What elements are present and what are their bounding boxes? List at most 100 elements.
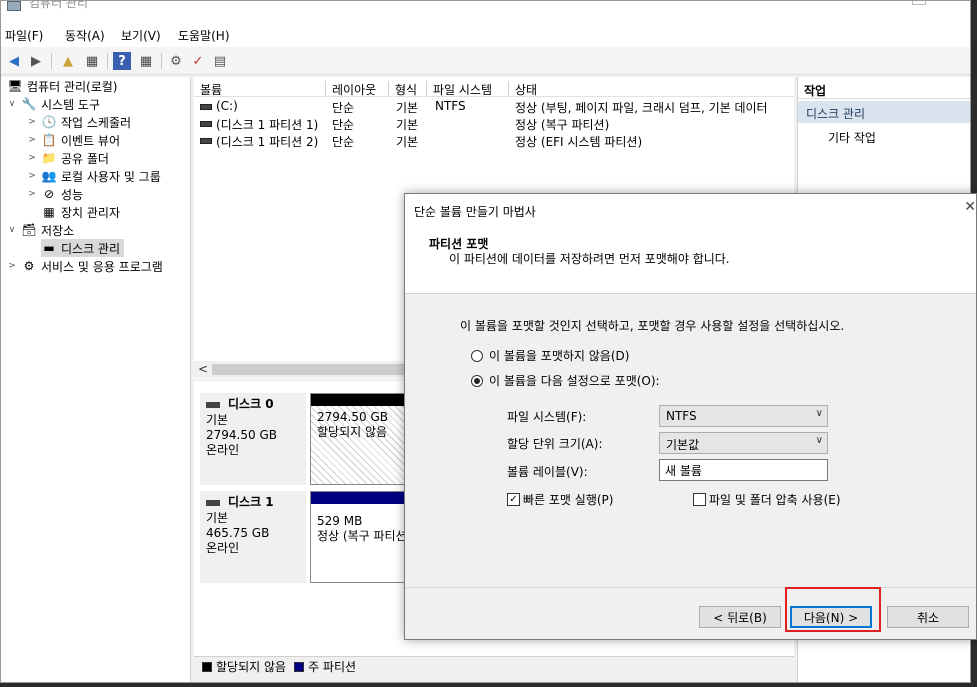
tree-label: 성능 [61,187,84,202]
check-icon[interactable]: ✓ [189,52,207,70]
tree-item-root[interactable]: 🖥 컴퓨터 관리(로컬) [7,77,117,95]
instruction-text: 이 볼륨을 포맷할 것인지 선택하고, 포맷할 경우 사용할 설정을 선택하십시… [460,319,845,333]
checkmark-icon[interactable]: ✓ [507,493,520,506]
menu-action[interactable]: 동작(A) [65,27,105,44]
column-header-status[interactable]: 상태 [509,81,794,97]
tree-label: 저장소 [41,223,75,238]
disk-name: 디스크 0 [228,397,274,411]
table-row[interactable]: (디스크 1 파티션 1) 단순 기본 정상 (복구 파티션) [194,116,794,133]
column-header-filesystem[interactable]: 파일 시스템 [427,81,509,97]
column-header-layout[interactable]: 레이아웃 [326,81,389,97]
new-simple-volume-wizard: 단순 볼륨 만들기 마법사 ✕ 파티션 포맷 이 파티션에 데이터를 저장하려면… [404,193,977,640]
chevron-right-icon[interactable]: > [27,171,37,181]
tree-item-services[interactable]: > ⚙ 서비스 및 응용 프로그램 [7,257,163,275]
app-icon [7,1,21,11]
dialog-body: 이 볼륨을 포맷할 것인지 선택하고, 포맷할 경우 사용할 설정을 선택하십시… [405,295,976,587]
toolbar: ◀ ▶ ▲ ▦ ? ▦ ⚙ ✓ ▤ [1,47,970,75]
chevron-right-icon[interactable]: > [27,189,37,199]
tree-item-device-manager[interactable]: ▦ 장치 관리자 [41,203,120,221]
tree-label: 작업 스케줄러 [61,115,132,130]
chevron-right-icon[interactable]: > [27,117,37,127]
cancel-button[interactable]: 취소 [887,606,969,628]
volume-label-input[interactable] [659,459,828,481]
compression-checkbox[interactable]: 파일 및 폴더 압축 사용(E) [693,491,841,508]
dialog-header: 파티션 포맷 이 파티션에 데이터를 저장하려면 먼저 포맷해야 합니다. [405,226,976,294]
cell-type: 기본 [396,118,419,132]
checkbox-box[interactable] [693,493,706,506]
up-folder-icon[interactable]: ▲ [59,52,77,70]
table-row[interactable]: (C:) 단순 기본 NTFS 정상 (부팅, 페이지 파일, 크래시 덤프, … [194,99,794,116]
dialog-title: 단순 볼륨 만들기 마법사 [414,205,536,219]
column-header-type[interactable]: 형식 [389,81,427,97]
more-actions-link[interactable]: 기타 작업 [828,129,876,146]
partition-recovery[interactable]: 529 MB 정상 (복구 파티션 [310,491,410,583]
cell-type: 기본 [396,101,419,115]
page-subtitle: 이 파티션에 데이터를 저장하려면 먼저 포맷해야 합니다. [449,252,730,266]
storage-icon: 🗃 [21,223,37,237]
properties-icon[interactable]: ▤ [211,52,229,70]
checkbox-label: 빠른 포맷 실행(P) [523,493,614,507]
actions-header: 작업 [798,79,970,99]
tree-item-disk-management[interactable]: ▬ 디스크 관리 [41,239,125,257]
radio-circle-selected[interactable] [471,374,483,387]
cell-layout: 단순 [332,118,355,132]
chevron-down-icon: ∨ [815,408,823,419]
highlight-box [785,587,881,632]
show-tree-icon[interactable]: ▦ [83,52,101,70]
chevron-down-icon[interactable]: ∨ [7,99,17,109]
tree-label: 서비스 및 응용 프로그램 [41,259,163,274]
partition-bar [311,492,409,504]
filesystem-select[interactable]: NTFS ∨ [659,405,828,427]
disk-size: 2794.50 GB [206,428,277,442]
partition-bar [311,394,409,406]
back-button[interactable]: < 뒤로(B) [699,606,781,628]
scrollbar-thumb[interactable] [212,364,412,375]
close-icon[interactable]: ✕ [964,199,976,215]
drive-icon [200,104,212,110]
partition-unallocated[interactable]: 2794.50 GB 할당되지 않음 [310,393,410,485]
actions-section-disk-management[interactable]: 디스크 관리 [798,101,970,123]
legend: 할당되지 않음 주 파티션 [194,656,794,676]
shared-folder-icon: 📁 [41,151,57,165]
partition-size: 2794.50 GB [317,410,388,424]
tree-item-task-scheduler[interactable]: > 🕓 작업 스케줄러 [27,113,131,131]
tree-item-system-tools[interactable]: ∨ 🔧 시스템 도구 [7,95,100,113]
tree-label: 디스크 관리 [61,241,121,256]
radio-format[interactable]: 이 볼륨을 다음 설정으로 포맷(O): [471,372,660,389]
disk-icon [206,401,220,408]
legend-primary: 주 파티션 [308,660,357,674]
tree-item-shared-folders[interactable]: > 📁 공유 폴더 [27,149,109,167]
table-row[interactable]: (디스크 1 파티션 2) 단순 기본 정상 (EFI 시스템 파티션) [194,133,794,150]
tree-item-local-users[interactable]: > 👥 로컬 사용자 및 그룹 [27,167,161,185]
connect-icon[interactable]: ⚙ [167,52,185,70]
disk-kind: 기본 [206,413,229,427]
radio-circle[interactable] [471,349,483,362]
tree-item-performance[interactable]: > ⊘ 성능 [27,185,83,203]
disk-label[interactable]: 디스크 0 기본 2794.50 GB 온라인 [200,393,306,485]
help-icon[interactable]: ? [113,52,131,70]
menu-file[interactable]: 파일(F) [5,27,43,44]
quick-format-checkbox[interactable]: ✓ 빠른 포맷 실행(P) [507,491,613,508]
disk-state: 온라인 [206,443,240,457]
tree-item-storage[interactable]: ∨ 🗃 저장소 [7,221,74,239]
column-header-volume[interactable]: 볼륨 [194,81,326,97]
chevron-right-icon[interactable]: > [7,261,17,271]
menu-view[interactable]: 보기(V) [121,27,161,44]
action-pane-icon[interactable]: ▦ [137,52,155,70]
disk-icon [206,499,220,506]
radio-no-format[interactable]: 이 볼륨을 포맷하지 않음(D) [471,347,629,364]
allocation-unit-select[interactable]: 기본값 ∨ [659,432,828,454]
chevron-down-icon[interactable]: ∨ [7,225,17,235]
menu-help[interactable]: 도움말(H) [178,27,230,44]
cell-volume: (디스크 1 파티션 1) [216,118,319,132]
forward-arrow-icon[interactable]: ▶ [27,52,45,70]
restore-button[interactable] [912,1,926,5]
chevron-right-icon[interactable]: > [27,153,37,163]
toolbar-separator [51,53,52,69]
back-arrow-icon[interactable]: ◀ [5,52,23,70]
tree-item-event-viewer[interactable]: > 📋 이벤트 뷰어 [27,131,120,149]
chevron-right-icon[interactable]: > [27,135,37,145]
scroll-left-icon[interactable]: < [198,362,208,376]
window-title: 컴퓨터 관리 [29,0,89,10]
disk-label[interactable]: 디스크 1 기본 465.75 GB 온라인 [200,491,306,583]
